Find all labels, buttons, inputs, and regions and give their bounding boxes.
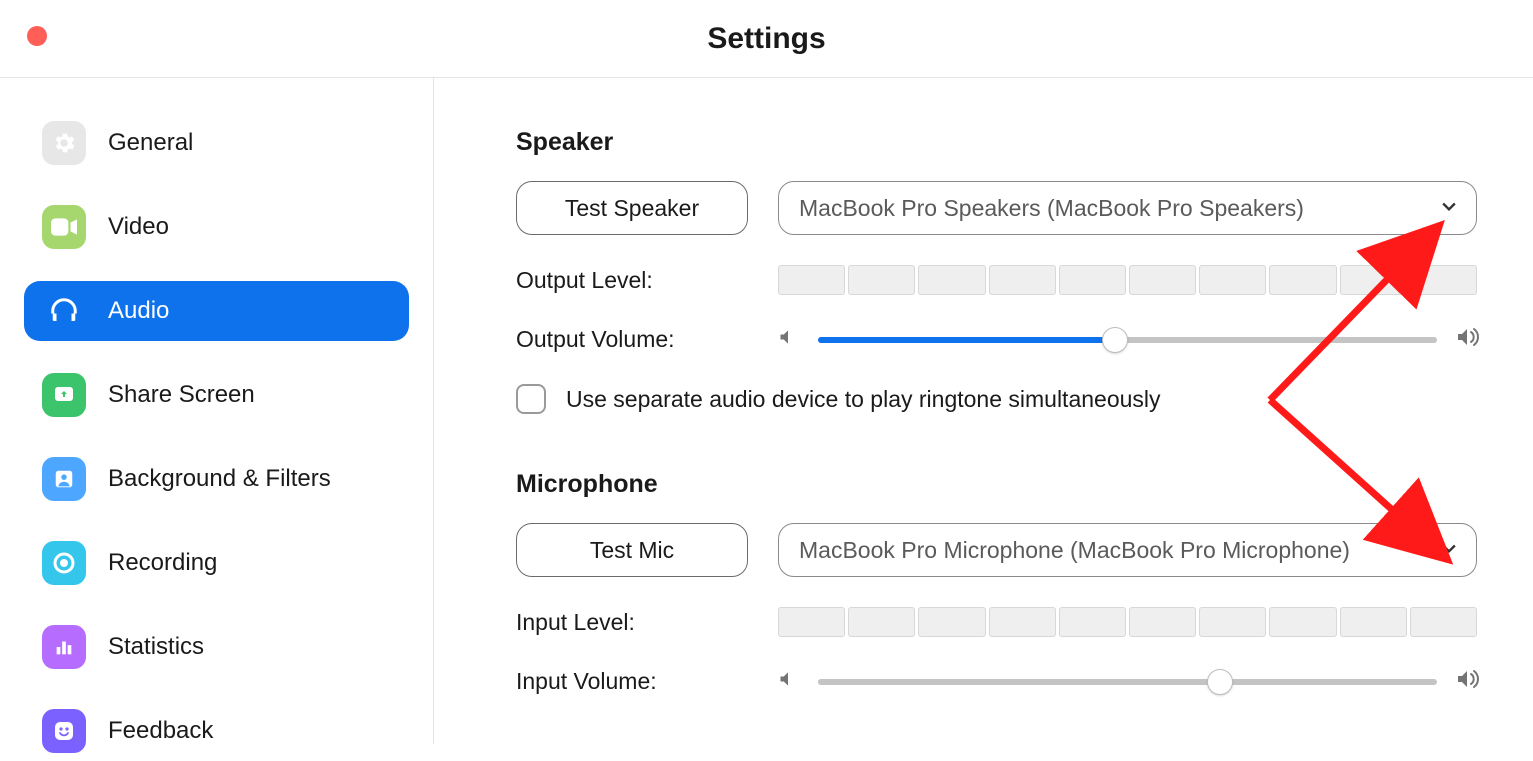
sidebar-item-label: Background & Filters	[108, 465, 331, 493]
sidebar-item-label: Video	[108, 213, 169, 241]
sidebar: General Video Audio Share Screen Backgro	[0, 78, 434, 744]
sidebar-item-label: General	[108, 129, 193, 157]
mic-device-dropdown[interactable]: MacBook Pro Microphone (MacBook Pro Micr…	[778, 523, 1477, 577]
speaker-mute-icon	[778, 669, 800, 694]
sidebar-item-video[interactable]: Video	[24, 197, 409, 257]
output-level-label: Output Level:	[516, 267, 778, 294]
sidebar-item-label: Recording	[108, 549, 217, 577]
chevron-down-icon	[1442, 541, 1456, 559]
sidebar-item-share-screen[interactable]: Share Screen	[24, 365, 409, 425]
sidebar-item-label: Share Screen	[108, 381, 255, 409]
output-level-meter	[778, 265, 1477, 295]
sidebar-item-statistics[interactable]: Statistics	[24, 617, 409, 677]
test-speaker-button[interactable]: Test Speaker	[516, 181, 748, 235]
microphone-section-title: Microphone	[516, 470, 1477, 499]
output-volume-slider[interactable]	[818, 328, 1437, 352]
speaker-mute-icon	[778, 327, 800, 352]
speaker-loud-icon	[1455, 325, 1477, 354]
sidebar-item-label: Audio	[108, 297, 169, 325]
output-volume-label: Output Volume:	[516, 326, 778, 353]
titlebar: Settings	[0, 0, 1533, 78]
window-title: Settings	[707, 22, 825, 56]
sidebar-item-background-filters[interactable]: Background & Filters	[24, 449, 409, 509]
share-screen-icon	[42, 373, 86, 417]
separate-ringtone-label: Use separate audio device to play ringto…	[566, 386, 1161, 413]
speaker-section-title: Speaker	[516, 128, 1477, 157]
sidebar-item-audio[interactable]: Audio	[24, 281, 409, 341]
input-level-meter	[778, 607, 1477, 637]
input-volume-slider[interactable]	[818, 670, 1437, 694]
input-level-label: Input Level:	[516, 609, 778, 636]
video-icon	[42, 205, 86, 249]
sidebar-item-general[interactable]: General	[24, 113, 409, 173]
sidebar-item-feedback[interactable]: Feedback	[24, 701, 409, 761]
main-panel: Speaker Test Speaker MacBook Pro Speaker…	[434, 78, 1533, 744]
person-icon	[42, 457, 86, 501]
separate-ringtone-checkbox[interactable]	[516, 384, 546, 414]
speaker-loud-icon	[1455, 667, 1477, 696]
record-icon	[42, 541, 86, 585]
close-window-dot[interactable]	[27, 26, 47, 46]
chevron-down-icon	[1442, 199, 1456, 217]
speaker-device-dropdown[interactable]: MacBook Pro Speakers (MacBook Pro Speake…	[778, 181, 1477, 235]
bar-chart-icon	[42, 625, 86, 669]
smile-icon	[42, 709, 86, 753]
mic-device-value: MacBook Pro Microphone (MacBook Pro Micr…	[799, 537, 1350, 564]
sidebar-item-label: Statistics	[108, 633, 204, 661]
sidebar-item-recording[interactable]: Recording	[24, 533, 409, 593]
speaker-device-value: MacBook Pro Speakers (MacBook Pro Speake…	[799, 195, 1304, 222]
input-volume-label: Input Volume:	[516, 668, 778, 695]
test-mic-button[interactable]: Test Mic	[516, 523, 748, 577]
headphones-icon	[42, 289, 86, 333]
gear-icon	[42, 121, 86, 165]
sidebar-item-label: Feedback	[108, 717, 213, 745]
